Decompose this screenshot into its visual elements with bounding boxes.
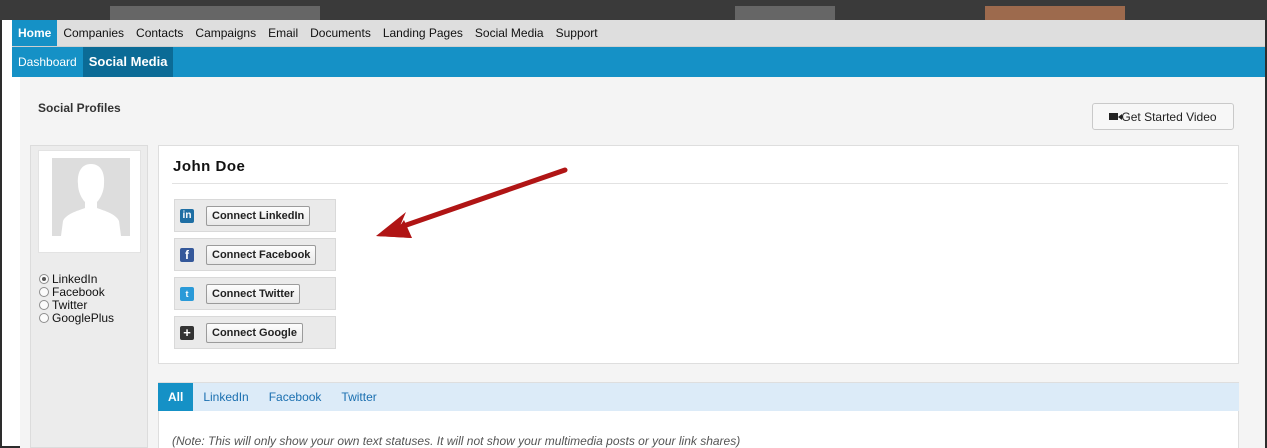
nav-support[interactable]: Support <box>550 20 604 46</box>
facebook-icon: f <box>180 247 194 262</box>
nav-campaigns[interactable]: Campaigns <box>189 20 262 46</box>
top-strip <box>0 0 1267 20</box>
connect-twitter-button[interactable]: Connect Twitter <box>206 283 301 304</box>
annotation-arrow-icon <box>376 167 568 238</box>
radio-label: Twitter <box>52 297 88 312</box>
avatar-silhouette-icon <box>52 158 130 236</box>
tab-all[interactable]: All <box>158 383 194 411</box>
subnav-social-media[interactable]: Social Media <box>82 47 174 77</box>
connect-twitter-row: t Connect Twitter <box>174 277 336 310</box>
radio-option-googleplus[interactable]: GooglePlus <box>39 310 115 325</box>
twitter-icon: t <box>180 286 194 301</box>
sub-nav: Dashboard Social Media <box>12 47 1265 77</box>
video-camera-icon <box>1109 113 1123 120</box>
avatar <box>38 150 141 253</box>
nav-contacts[interactable]: Contacts <box>130 20 189 46</box>
linkedin-icon: in <box>180 208 194 223</box>
connect-facebook-row: f Connect Facebook <box>174 238 336 271</box>
connect-google-button[interactable]: Connect Google <box>206 322 303 343</box>
radio-option-twitter[interactable]: Twitter <box>39 297 114 312</box>
divider <box>172 183 1228 184</box>
radio-option-linkedin[interactable]: LinkedIn <box>39 271 114 286</box>
connect-linkedin-row: in Connect LinkedIn <box>174 199 336 232</box>
feed-tabs: All LinkedIn Facebook Twitter <box>158 383 1239 411</box>
radio-button[interactable] <box>39 299 49 310</box>
main-nav: Home Companies Contacts Campaigns Email … <box>12 20 1265 47</box>
get-started-video-label: Get Started Video <box>1121 109 1217 124</box>
connect-google-row: + Connect Google <box>174 316 336 349</box>
connect-facebook-button[interactable]: Connect Facebook <box>206 244 317 265</box>
googleplus-icon: + <box>180 325 194 340</box>
radio-button[interactable] <box>39 273 49 284</box>
nav-home[interactable]: Home <box>12 20 58 46</box>
page-title: Social Profiles <box>38 101 121 115</box>
subnav-dashboard[interactable]: Dashboard <box>12 47 83 77</box>
profile-name: John Doe <box>173 158 246 175</box>
tab-twitter[interactable]: Twitter <box>331 383 386 411</box>
tab-linkedin[interactable]: LinkedIn <box>193 383 258 411</box>
tab-facebook[interactable]: Facebook <box>259 383 332 411</box>
radio-label: LinkedIn <box>52 271 98 286</box>
radio-button[interactable] <box>39 312 49 323</box>
nav-social-media[interactable]: Social Media <box>469 20 550 46</box>
nav-companies[interactable]: Companies <box>57 20 130 46</box>
feed-note: (Note: This will only show your own text… <box>172 434 741 448</box>
get-started-video-button[interactable]: Get Started Video <box>1092 103 1234 130</box>
connect-linkedin-button[interactable]: Connect LinkedIn <box>206 205 311 226</box>
radio-label: Facebook <box>52 284 105 299</box>
network-radio-group: LinkedIn Facebook Twitter GooglePlus <box>39 271 115 325</box>
nav-documents[interactable]: Documents <box>304 20 377 46</box>
nav-landing-pages[interactable]: Landing Pages <box>377 20 469 46</box>
radio-option-facebook[interactable]: Facebook <box>39 284 114 299</box>
nav-email[interactable]: Email <box>262 20 304 46</box>
radio-label: GooglePlus <box>52 310 115 325</box>
radio-button[interactable] <box>39 286 49 297</box>
